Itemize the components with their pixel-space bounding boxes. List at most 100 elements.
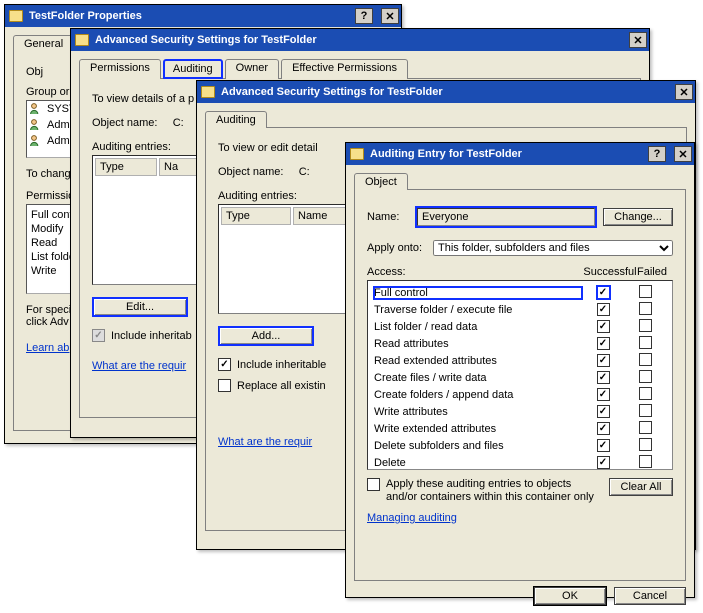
cancel-button[interactable]: Cancel <box>614 587 686 605</box>
access-row-label: Create folders / append data <box>374 389 582 401</box>
change-button[interactable]: Change... <box>603 208 673 226</box>
cb-successful[interactable] <box>597 422 610 435</box>
access-row-label: Traverse folder / execute file <box>374 304 582 316</box>
window-auditing-entry: Auditing Entry for TestFolder ? ✕ Object… <box>345 142 695 598</box>
apply-entries-checkbox[interactable] <box>367 478 380 491</box>
access-row: Read extended attributes <box>374 352 666 369</box>
access-row: Delete <box>374 454 666 470</box>
link-managing-auditing[interactable]: Managing auditing <box>367 512 673 524</box>
folder-icon <box>201 86 215 98</box>
access-row-label: Delete <box>374 457 582 469</box>
cb-successful[interactable] <box>597 320 610 333</box>
close-button[interactable]: ✕ <box>381 8 399 24</box>
apply-entries-text: Apply these auditing entries to objects … <box>386 478 603 504</box>
user-icon <box>29 134 43 148</box>
include-inheritable-checkbox <box>92 329 105 342</box>
titlebar-auditing-entry: Auditing Entry for TestFolder ? ✕ <box>346 143 694 165</box>
cb-failed[interactable] <box>639 285 652 298</box>
col-type[interactable]: Type <box>95 158 157 176</box>
cb-failed[interactable] <box>639 455 652 468</box>
replace-all-checkbox[interactable] <box>218 379 231 392</box>
title-text: Auditing Entry for TestFolder <box>370 148 640 160</box>
header-successful: Successful <box>583 266 637 278</box>
ok-button[interactable]: OK <box>534 587 606 605</box>
access-row: List folder / read data <box>374 318 666 335</box>
tab-auditing[interactable]: Auditing <box>163 59 223 79</box>
user-icon <box>29 118 43 132</box>
access-row: Write extended attributes <box>374 420 666 437</box>
edit-button[interactable]: Edit... <box>92 297 188 317</box>
cb-failed[interactable] <box>639 387 652 400</box>
access-row-label: Delete subfolders and files <box>374 440 582 452</box>
cb-successful[interactable] <box>597 388 610 401</box>
cb-successful[interactable] <box>597 439 610 452</box>
object-name-label: Object name: <box>92 117 157 129</box>
replace-all-text: Replace all existin <box>237 380 326 392</box>
close-button[interactable]: ✕ <box>674 146 692 162</box>
name-value-field: Everyone <box>417 208 595 226</box>
titlebar-advsec-2: Advanced Security Settings for TestFolde… <box>197 81 695 103</box>
cb-successful[interactable] <box>597 405 610 418</box>
access-row-label: Write attributes <box>374 406 582 418</box>
cb-successful[interactable] <box>597 286 610 299</box>
close-button[interactable]: ✕ <box>675 84 693 100</box>
cb-failed[interactable] <box>639 353 652 366</box>
close-button[interactable]: ✕ <box>629 32 647 48</box>
cb-failed[interactable] <box>639 319 652 332</box>
tab-object[interactable]: Object <box>354 173 408 190</box>
cb-failed[interactable] <box>639 404 652 417</box>
access-row: Read attributes <box>374 335 666 352</box>
tab-auditing[interactable]: Auditing <box>205 111 267 128</box>
access-row: Write attributes <box>374 403 666 420</box>
folder-icon <box>9 10 23 22</box>
access-row-label: List folder / read data <box>374 321 582 333</box>
object-name-value: C: <box>299 166 310 178</box>
access-row-label: Read extended attributes <box>374 355 582 367</box>
user-icon <box>29 102 43 116</box>
access-row-label: Create files / write data <box>374 372 582 384</box>
include-inheritable-checkbox[interactable] <box>218 358 231 371</box>
tab-general[interactable]: General <box>13 35 74 52</box>
access-row-label: Read attributes <box>374 338 582 350</box>
title-text: Advanced Security Settings for TestFolde… <box>95 34 621 46</box>
access-listbox[interactable]: Full control Traverse folder / execute fi… <box>367 280 673 470</box>
cb-successful[interactable] <box>597 303 610 316</box>
cb-failed[interactable] <box>639 438 652 451</box>
cb-successful[interactable] <box>597 337 610 350</box>
help-button[interactable]: ? <box>648 146 666 162</box>
apply-onto-select[interactable]: This folder, subfolders and files <box>433 240 673 256</box>
folder-icon <box>350 148 364 160</box>
cb-failed[interactable] <box>639 336 652 349</box>
include-inheritable-text: Include inheritab <box>111 330 192 342</box>
cb-failed[interactable] <box>639 421 652 434</box>
cb-successful[interactable] <box>597 354 610 367</box>
access-row: Create files / write data <box>374 369 666 386</box>
access-label: Access: <box>367 266 583 278</box>
access-row-label: Write extended attributes <box>374 423 582 435</box>
add-button[interactable]: Add... <box>218 326 314 346</box>
tab-permissions[interactable]: Permissions <box>79 59 161 79</box>
help-button[interactable]: ? <box>355 8 373 24</box>
cb-successful[interactable] <box>597 371 610 384</box>
folder-icon <box>75 34 89 46</box>
title-text: Advanced Security Settings for TestFolde… <box>221 86 667 98</box>
cb-failed[interactable] <box>639 370 652 383</box>
access-row: Delete subfolders and files <box>374 437 666 454</box>
object-name-label: Object name: <box>218 166 283 178</box>
title-text: TestFolder Properties <box>29 10 347 22</box>
col-type[interactable]: Type <box>221 207 291 225</box>
access-row: Traverse folder / execute file <box>374 301 666 318</box>
tab-effective[interactable]: Effective Permissions <box>281 59 408 79</box>
access-row: Create folders / append data <box>374 386 666 403</box>
cb-successful[interactable] <box>597 456 610 469</box>
titlebar-advsec-1: Advanced Security Settings for TestFolde… <box>71 29 649 51</box>
tab-owner[interactable]: Owner <box>225 59 279 79</box>
cb-failed[interactable] <box>639 302 652 315</box>
clear-all-button[interactable]: Clear All <box>609 478 673 496</box>
access-row-label: Full control <box>374 287 582 299</box>
apply-onto-label: Apply onto: <box>367 242 427 254</box>
include-inheritable-text: Include inheritable <box>237 359 326 371</box>
access-row: Full control <box>374 284 666 301</box>
titlebar-properties: TestFolder Properties ? ✕ <box>5 5 401 27</box>
object-name-value: C: <box>173 117 184 129</box>
